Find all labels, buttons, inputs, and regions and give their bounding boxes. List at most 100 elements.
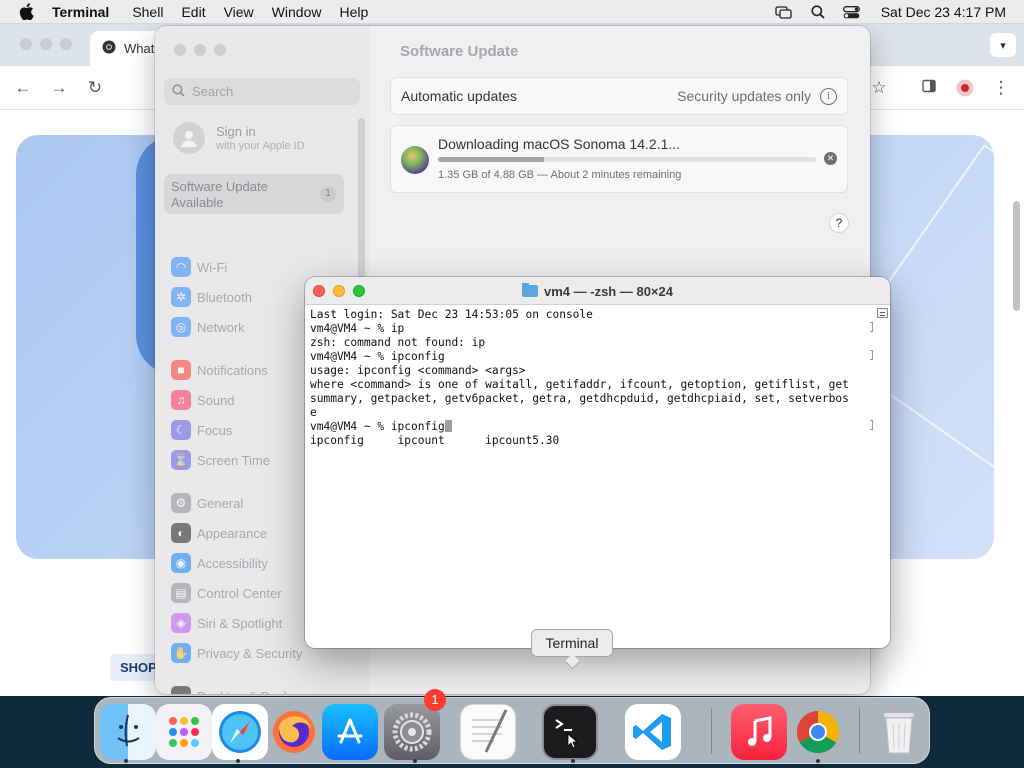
sidebar-item-notifications[interactable]: ■ Notifications bbox=[171, 359, 268, 381]
terminal-prompt-line: vm4@VM4 ~ % ipconfig bbox=[310, 420, 872, 434]
safari-running-dot bbox=[236, 759, 240, 763]
trash-icon[interactable] bbox=[871, 704, 927, 760]
sidebar-item-label: Control Center bbox=[197, 585, 282, 601]
hand-icon: ✋ bbox=[171, 643, 191, 663]
finder-running-dot bbox=[124, 759, 128, 763]
sidebar-item-label: General bbox=[197, 495, 244, 511]
menu-edit[interactable]: Edit bbox=[172, 4, 214, 20]
terminal-line: summary, getpacket, getv6packet, getra, … bbox=[310, 392, 849, 405]
chrome-scrollbar[interactable] bbox=[1013, 201, 1020, 311]
sidebar-item-network[interactable]: ◎ Network bbox=[171, 316, 245, 338]
sidebar-item-siri-spotlight[interactable]: ◈ Siri & Spotlight bbox=[171, 612, 282, 634]
network-icon: ◎ bbox=[171, 317, 191, 337]
info-icon[interactable]: i bbox=[820, 87, 837, 105]
sidebar-item-bluetooth[interactable]: ✲ Bluetooth bbox=[171, 286, 252, 308]
sidebar-item-appearance[interactable]: ◐ Appearance bbox=[171, 522, 267, 544]
sidebar-item-focus[interactable]: ☾ Focus bbox=[171, 419, 232, 441]
terminal-icon[interactable] bbox=[542, 704, 598, 760]
more-menu-icon[interactable]: ⋮ bbox=[992, 79, 1010, 97]
side-panel-icon[interactable] bbox=[920, 79, 938, 97]
bookmark-star-icon[interactable]: ☆ bbox=[870, 79, 888, 97]
chrome-tab-title: What bbox=[124, 41, 155, 56]
settings-minimize-button[interactable] bbox=[194, 44, 206, 56]
apple-menu-icon[interactable] bbox=[0, 3, 52, 21]
finder-icon[interactable] bbox=[100, 704, 156, 760]
textedit-icon[interactable] bbox=[460, 704, 516, 760]
sidebar-item-general[interactable]: ⚙ General bbox=[171, 492, 243, 514]
dock-tooltip: Terminal bbox=[531, 629, 613, 657]
vscode-icon[interactable] bbox=[625, 704, 681, 760]
firefox-icon[interactable] bbox=[266, 704, 322, 760]
sidebar-item-software-update[interactable]: Software Update Available 1 bbox=[164, 174, 344, 214]
terminal-line: Last login: Sat Dec 23 14:53:05 on conso… bbox=[310, 308, 593, 321]
automatic-updates-row[interactable]: Automatic updates Security updates only … bbox=[390, 77, 848, 115]
sidebar-item-desktop-dock[interactable]: ▭ Desktop & Dock bbox=[171, 685, 290, 694]
app-store-icon[interactable] bbox=[322, 704, 378, 760]
terminal-output[interactable]: Last login: Sat Dec 23 14:53:05 on conso… bbox=[310, 308, 872, 638]
settings-close-button[interactable] bbox=[174, 44, 186, 56]
sidebar-item-privacy-security[interactable]: ✋ Privacy & Security bbox=[171, 642, 302, 664]
forward-arrow-icon[interactable]: → bbox=[50, 79, 68, 97]
chrome-minimize-button[interactable] bbox=[40, 38, 52, 50]
terminal-title-bar-text: vm4 — -zsh — 80×24 bbox=[305, 277, 890, 305]
page-title: Software Update bbox=[400, 43, 519, 60]
sidebar-item-accessibility[interactable]: ◉ Accessibility bbox=[171, 552, 268, 574]
sidebar-item-screen-time[interactable]: ⌛ Screen Time bbox=[171, 449, 270, 471]
moon-icon: ☾ bbox=[171, 420, 191, 440]
menu-view[interactable]: View bbox=[215, 4, 263, 20]
chrome-close-button[interactable] bbox=[20, 38, 32, 50]
appearance-icon: ◐ bbox=[171, 523, 191, 543]
menu-clock[interactable]: Sat Dec 23 4:17 PM bbox=[881, 4, 1006, 20]
signin-subtitle: with your Apple ID bbox=[216, 140, 305, 152]
search-icon bbox=[172, 83, 185, 100]
prompt-mark bbox=[870, 350, 873, 360]
menu-help[interactable]: Help bbox=[330, 4, 377, 20]
chevron-down-icon[interactable]: ▾ bbox=[990, 33, 1016, 57]
software-update-label: Software Update Available bbox=[171, 179, 268, 210]
sidebar-item-label: Notifications bbox=[197, 362, 268, 378]
terminal-line-text: vm4@VM4 ~ % ipconfig bbox=[310, 420, 445, 433]
terminal-marks-icon[interactable] bbox=[877, 308, 888, 318]
sidebar-item-label: Siri & Spotlight bbox=[197, 615, 283, 631]
help-button[interactable]: ? bbox=[829, 213, 849, 233]
prompt-mark bbox=[870, 420, 873, 430]
cancel-download-icon[interactable]: ✕ bbox=[824, 152, 837, 165]
menu-shell[interactable]: Shell bbox=[123, 4, 172, 20]
launchpad-icon[interactable] bbox=[156, 704, 212, 760]
menu-bar: Terminal Shell Edit View Window Help Sat… bbox=[0, 0, 1024, 24]
screen-mirroring-icon[interactable] bbox=[775, 5, 793, 19]
sidebar-item-control-center[interactable]: ▤ Control Center bbox=[171, 582, 282, 604]
settings-search-field[interactable]: Search bbox=[164, 78, 360, 105]
terminal-window: vm4 — -zsh — 80×24 Last login: Sat Dec 2… bbox=[305, 277, 890, 648]
search-icon[interactable] bbox=[809, 5, 827, 19]
system-settings-icon[interactable] bbox=[384, 704, 440, 760]
chrome-running-dot bbox=[816, 759, 820, 763]
menu-app-name[interactable]: Terminal bbox=[52, 4, 123, 20]
sidebar-item-wi-fi[interactable]: ◠ Wi-Fi bbox=[171, 256, 227, 278]
macos-sonoma-icon bbox=[401, 146, 429, 174]
sidebar-item-label: Desktop & Dock bbox=[197, 689, 290, 695]
menu-window[interactable]: Window bbox=[263, 4, 331, 20]
download-status: 1.35 GB of 4.88 GB — About 2 minutes rem… bbox=[438, 169, 682, 181]
sidebar-item-sound[interactable]: ♫ Sound bbox=[171, 389, 235, 411]
siri-icon: ◈ bbox=[171, 613, 191, 633]
back-arrow-icon[interactable]: ← bbox=[14, 79, 32, 97]
profile-avatar-icon[interactable] bbox=[956, 79, 974, 97]
control-center-icon[interactable] bbox=[843, 5, 861, 19]
chrome-icon[interactable] bbox=[790, 704, 846, 760]
sidebar-item-label: Appearance bbox=[197, 525, 268, 541]
reload-icon[interactable]: ↻ bbox=[86, 79, 104, 97]
chrome-favicon-icon bbox=[102, 40, 116, 57]
apple-id-signin[interactable]: Sign in with your Apple ID bbox=[173, 122, 305, 154]
terminal-line: vm4@VM4 ~ % ipconfig bbox=[310, 350, 872, 364]
music-icon[interactable] bbox=[731, 704, 787, 760]
accessibility-icon: ◉ bbox=[171, 553, 191, 573]
prompt-mark bbox=[870, 322, 873, 332]
safari-icon[interactable] bbox=[212, 704, 268, 760]
chrome-zoom-button[interactable] bbox=[60, 38, 72, 50]
settings-zoom-button[interactable] bbox=[214, 44, 226, 56]
terminal-titlebar: vm4 — -zsh — 80×24 bbox=[305, 277, 890, 305]
download-title: Downloading macOS Sonoma 14.2.1... bbox=[438, 136, 681, 152]
download-card: Downloading macOS Sonoma 14.2.1... 1.35 … bbox=[390, 125, 848, 193]
settings-search-placeholder: Search bbox=[192, 84, 234, 99]
